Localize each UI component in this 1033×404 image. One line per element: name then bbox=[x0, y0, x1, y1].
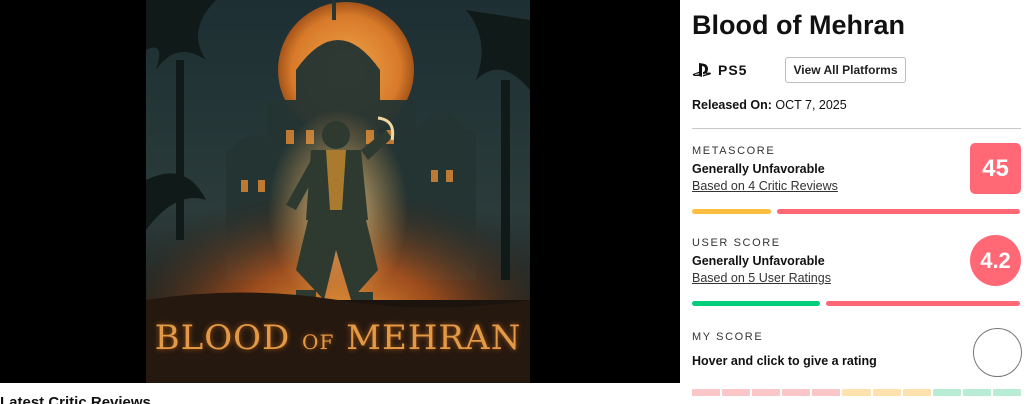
rating-segment-5[interactable] bbox=[842, 389, 871, 396]
myscore-rating-circle[interactable] bbox=[973, 328, 1022, 377]
cover-title-word-blood: BLOOD bbox=[154, 318, 291, 358]
media-frame: BLOOD OF MEHRAN bbox=[0, 0, 680, 383]
release-date-label: Released On: bbox=[692, 98, 772, 112]
rating-segment-1[interactable] bbox=[722, 389, 751, 396]
userscore-label: USER SCORE bbox=[692, 237, 781, 249]
myscore-prompt: Hover and click to give a rating bbox=[692, 354, 877, 368]
metascore-mixed-bar bbox=[692, 209, 771, 214]
myscore-label: MY SCORE bbox=[692, 331, 764, 343]
userscore-negative-bar bbox=[826, 301, 1020, 306]
release-date-value: OCT 7, 2025 bbox=[775, 98, 847, 112]
metascore-negative-bar bbox=[777, 209, 1020, 214]
media-column: BLOOD OF MEHRAN Latest Critic Reviews bbox=[0, 0, 680, 404]
metascore-badge[interactable]: 45 bbox=[970, 143, 1021, 194]
cover-title-word-mehran: MEHRAN bbox=[346, 318, 522, 358]
rating-segment-3[interactable] bbox=[782, 389, 811, 396]
rating-segment-0[interactable] bbox=[692, 389, 721, 396]
platform-label: PS5 bbox=[718, 62, 748, 78]
rating-segment-9[interactable] bbox=[962, 389, 991, 396]
view-all-platforms-button[interactable]: View All Platforms bbox=[785, 57, 906, 83]
rating-segment-8[interactable] bbox=[932, 389, 961, 396]
cover-title-word-of: OF bbox=[302, 330, 335, 354]
rating-segment-4[interactable] bbox=[812, 389, 841, 396]
platform-row: PS5 bbox=[692, 57, 747, 83]
cover-title-text: BLOOD OF MEHRAN bbox=[146, 318, 530, 358]
cover-art-image[interactable]: BLOOD OF MEHRAN bbox=[146, 0, 530, 383]
rating-segment-7[interactable] bbox=[902, 389, 931, 396]
rating-scale[interactable] bbox=[692, 389, 1022, 396]
game-title: Blood of Mehran bbox=[692, 10, 905, 40]
latest-critic-reviews-heading: Latest Critic Reviews bbox=[0, 394, 151, 404]
myscore-section: MY SCORE Hover and click to give a ratin… bbox=[692, 331, 1021, 368]
userscore-positive-bar bbox=[692, 301, 820, 306]
rating-segment-2[interactable] bbox=[752, 389, 781, 396]
userscore-badge[interactable]: 4.2 bbox=[970, 235, 1021, 286]
critic-reviews-link[interactable]: Based on 4 Critic Reviews bbox=[692, 179, 838, 193]
playstation-icon bbox=[692, 63, 711, 77]
rating-segment-10[interactable] bbox=[992, 389, 1022, 396]
release-date: Released On: OCT 7, 2025 bbox=[692, 98, 847, 112]
rating-segment-6[interactable] bbox=[872, 389, 901, 396]
divider bbox=[692, 128, 1021, 129]
user-ratings-link[interactable]: Based on 5 User Ratings bbox=[692, 271, 831, 285]
